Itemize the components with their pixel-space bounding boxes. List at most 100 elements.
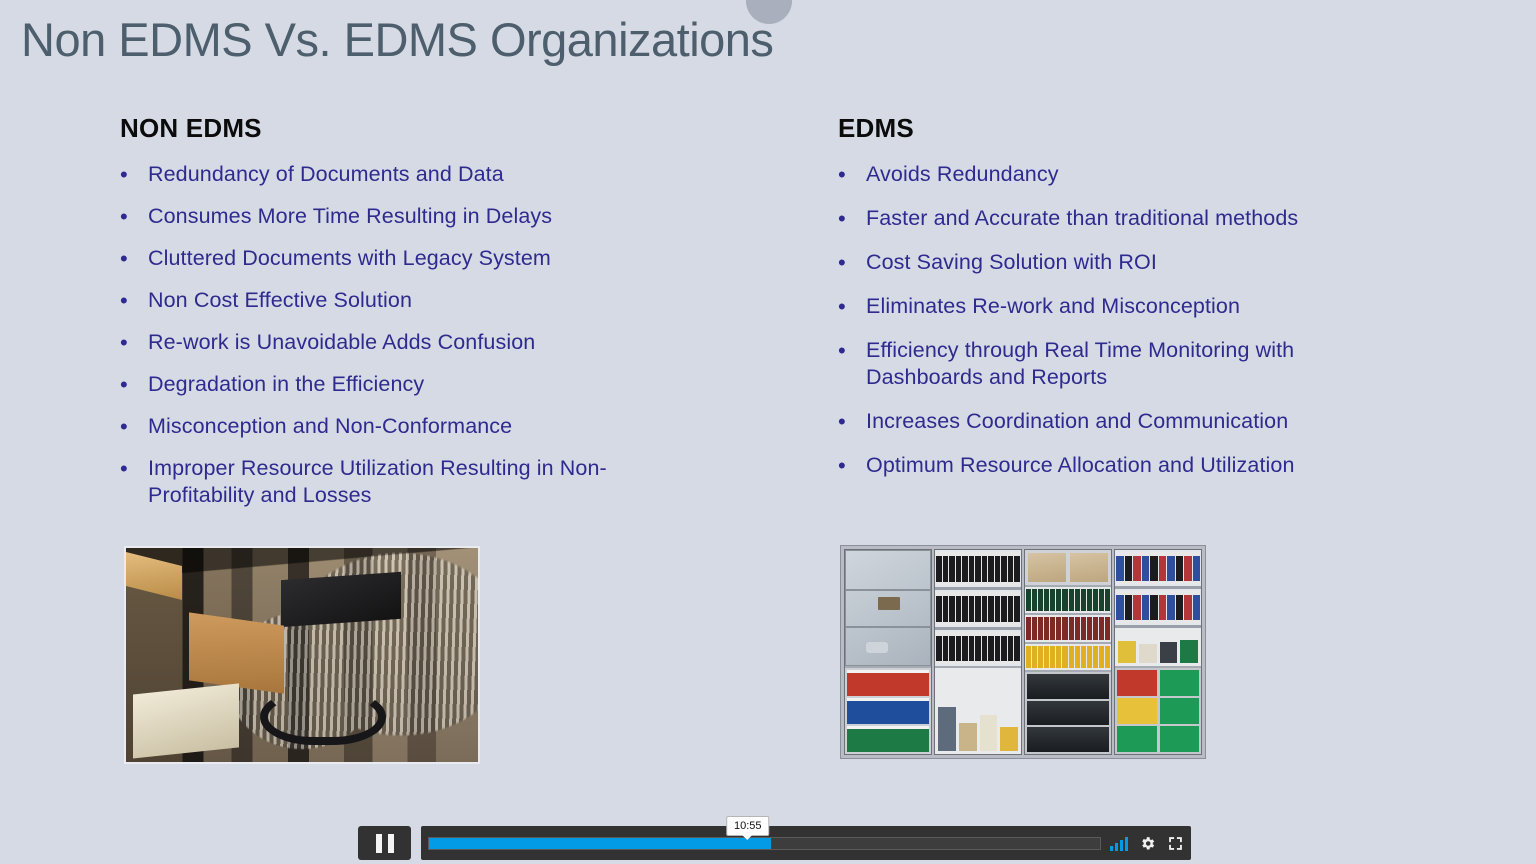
bullet-list-edms: • Avoids Redundancy • Faster and Accurat… [838,161,1408,479]
glass-display-cabinet [845,550,931,667]
list-item: • Cost Saving Solution with ROI [838,249,1408,276]
presentation-slide: Non EDMS Vs. EDMS Organizations NON EDMS… [0,0,1536,864]
shelf-row [1025,587,1111,614]
binder-row [935,550,1021,587]
pause-button[interactable] [358,826,411,860]
dark-storage-bins [1025,672,1111,754]
cluttered-storage-illustration [126,548,478,762]
shelf-row [845,668,931,754]
list-item-label: Non Cost Effective Solution [148,288,413,312]
column-non-edms: NON EDMS • Redundancy of Documents and D… [120,113,680,524]
bullet-dot-icon: • [120,372,128,397]
list-item: • Redundancy of Documents and Data [120,161,680,188]
column-heading-non-edms: NON EDMS [120,113,262,143]
column-heading-edms: EDMS [838,113,914,143]
shelving-illustration [841,546,1205,758]
shelf-row [1025,643,1111,671]
progress-track[interactable]: 10:55 [428,815,1101,850]
open-binder-shelf [1115,628,1201,667]
list-item-label: Faster and Accurate than traditional met… [866,206,1299,230]
list-item: • Degradation in the Efficiency [120,371,680,398]
bullet-dot-icon: • [120,456,128,481]
bullet-dot-icon: • [838,338,846,363]
bullet-dot-icon: • [838,294,846,319]
shelf-row [1115,668,1201,754]
list-item-label: Consumes More Time Resulting in Delays [148,204,553,228]
bullet-dot-icon: • [120,204,128,229]
page-title: Non EDMS Vs. EDMS Organizations [21,13,774,66]
shelf-row [845,550,931,667]
gear-icon[interactable] [1139,835,1156,852]
bullet-dot-icon: • [120,288,128,313]
colored-binder-row [1115,550,1201,587]
list-item: • Non Cost Effective Solution [120,287,680,314]
shelf-row [1115,550,1201,667]
quality-signal-icon[interactable] [1110,836,1128,851]
time-tooltip: 10:55 [725,815,770,836]
cardboard-piece [126,551,183,600]
list-item: • Optimum Resource Allocation and Utiliz… [838,452,1408,479]
green-bin-stack [1115,668,1201,754]
list-item: • Eliminates Re-work and Misconception [838,293,1408,320]
pause-bar-icon [387,833,394,853]
video-player-controls[interactable]: 10:55 [358,815,1191,860]
bullet-dot-icon: • [120,162,128,187]
list-item: • Cluttered Documents with Legacy System [120,245,680,272]
cardboard-box-row [1025,550,1111,586]
cable-loop [259,689,387,745]
list-item: • Improper Resource Utilization Resultin… [120,455,680,509]
list-item-label: Efficiency through Real Time Monitoring … [866,338,1295,389]
pause-bar-icon [375,833,382,853]
list-item: • Efficiency through Real Time Monitorin… [838,337,1408,391]
list-item-label: Eliminates Re-work and Misconception [866,294,1241,318]
list-item: • Increases Coordination and Communicati… [838,408,1408,435]
progress-bar-container[interactable]: 10:55 [421,815,1191,860]
list-item: • Misconception and Non-Conformance [120,413,680,440]
image-cluttered-documents [124,546,480,764]
column-edms: EDMS • Avoids Redundancy • Faster and Ac… [838,113,1408,496]
fullscreen-icon[interactable] [1167,835,1184,852]
colored-binder-row [1115,589,1201,626]
list-item-label: Re-work is Unavoidable Adds Confusion [148,330,536,354]
cardboard-panel [189,611,285,694]
paper-pile [133,683,239,759]
red-file-row [1025,615,1111,642]
shelf-bay-colored-binders [1114,549,1202,755]
colored-tray-stack [845,668,931,754]
bullet-dot-icon: • [838,206,846,231]
player-right-controls[interactable] [1110,835,1184,852]
bullet-dot-icon: • [838,250,846,275]
list-item-label: Cluttered Documents with Legacy System [148,246,551,270]
binder-row [935,589,1021,627]
shelf-bay-black-binders [934,549,1022,755]
list-item-label: Degradation in the Efficiency [148,372,425,396]
yellow-file-row [1025,643,1111,671]
bullet-dot-icon: • [120,330,128,355]
bullet-dot-icon: • [838,162,846,187]
shelf-row [935,668,1021,754]
list-item: • Consumes More Time Resulting in Delays [120,203,680,230]
progress-fill [429,837,772,849]
list-item-label: Optimum Resource Allocation and Utilizat… [866,453,1295,477]
list-item: • Faster and Accurate than traditional m… [838,205,1408,232]
list-item-label: Cost Saving Solution with ROI [866,250,1157,274]
list-item-label: Misconception and Non-Conformance [148,414,513,438]
shelf-bay-glass-cabinet [844,549,932,755]
shelf-row [1025,672,1111,754]
dark-equipment [280,571,401,628]
list-item: • Avoids Redundancy [838,161,1408,188]
bullet-list-non-edms: • Redundancy of Documents and Data • Con… [120,161,680,509]
open-supply-shelf [935,668,1021,754]
bullet-dot-icon: • [120,246,128,271]
green-file-row [1025,587,1111,614]
list-item-label: Increases Coordination and Communication [866,409,1289,433]
shelf-bay-file-folders [1024,549,1112,755]
shelf-row [935,550,1021,667]
list-item-label: Improper Resource Utilization Resulting … [148,456,607,507]
list-item: • Re-work is Unavoidable Adds Confusion [120,329,680,356]
shelf-row [1025,615,1111,642]
binder-row [935,629,1021,667]
bullet-dot-icon: • [838,453,846,478]
shelf-row [1025,550,1111,586]
image-organized-shelving [840,545,1206,759]
